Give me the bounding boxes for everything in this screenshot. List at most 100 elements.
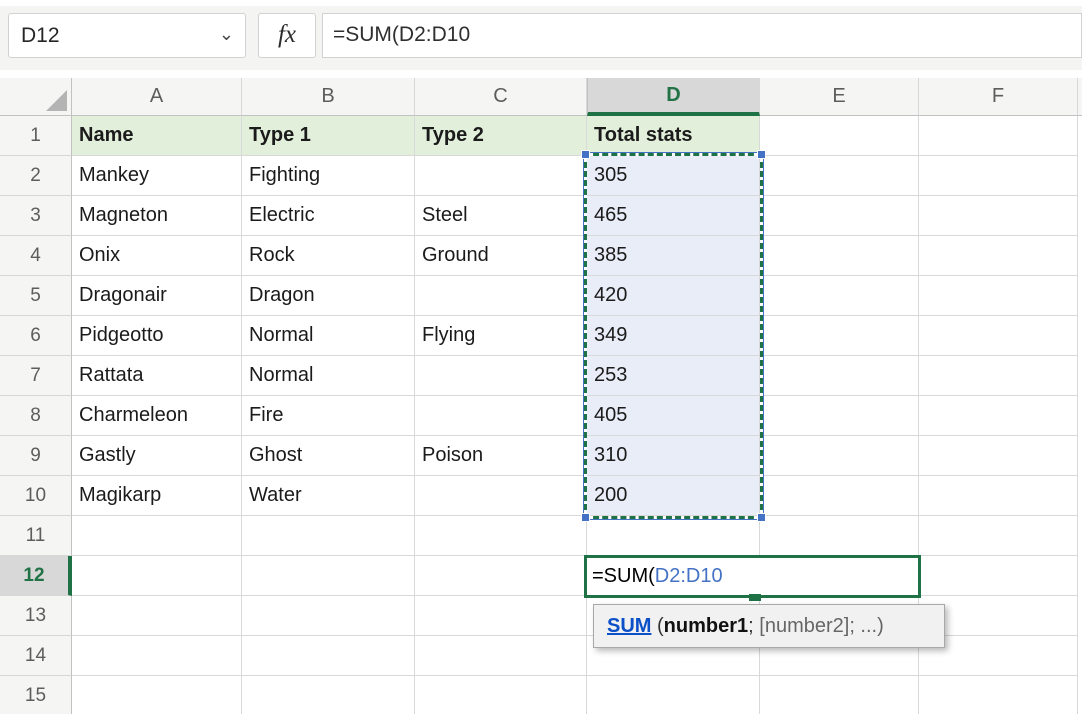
editor-fill-handle[interactable] [749,594,761,601]
cell-B11[interactable] [242,516,415,556]
cell-C13[interactable] [415,596,587,636]
cell-B3[interactable]: Electric [242,196,415,236]
cell-E6[interactable] [760,316,919,356]
cell-F9[interactable] [919,436,1078,476]
cell-B7[interactable]: Normal [242,356,415,396]
cell-F1[interactable] [919,116,1078,156]
cell-E8[interactable] [760,396,919,436]
cell-B1[interactable]: Type 1 [242,116,415,156]
cell-C14[interactable] [415,636,587,676]
cell-A5[interactable]: Dragonair [72,276,242,316]
cell-D5[interactable]: 420 [587,276,760,316]
cell-A2[interactable]: Mankey [72,156,242,196]
cell-C15[interactable] [415,676,587,714]
cell-B12[interactable] [242,556,415,596]
cell-B2[interactable]: Fighting [242,156,415,196]
row-header-12[interactable]: 12 [0,556,72,596]
cell-A15[interactable] [72,676,242,714]
column-header-B[interactable]: B [242,78,415,116]
cell-C8[interactable] [415,396,587,436]
cell-D15[interactable] [587,676,760,714]
cell-A11[interactable] [72,516,242,556]
cell-D11[interactable] [587,516,760,556]
cell-E10[interactable] [760,476,919,516]
row-header-15[interactable]: 15 [0,676,72,714]
cell-D7[interactable]: 253 [587,356,760,396]
cell-E1[interactable] [760,116,919,156]
cell-A6[interactable]: Pidgeotto [72,316,242,356]
cell-F5[interactable] [919,276,1078,316]
cell-A3[interactable]: Magneton [72,196,242,236]
cell-F7[interactable] [919,356,1078,396]
cell-E7[interactable] [760,356,919,396]
cell-E3[interactable] [760,196,919,236]
cell-C2[interactable] [415,156,587,196]
row-header-1[interactable]: 1 [0,116,72,156]
cell-B14[interactable] [242,636,415,676]
cell-F4[interactable] [919,236,1078,276]
cell-A7[interactable]: Rattata [72,356,242,396]
cell-A12[interactable] [72,556,242,596]
cell-D3[interactable]: 465 [587,196,760,236]
cell-B5[interactable]: Dragon [242,276,415,316]
cell-B4[interactable]: Rock [242,236,415,276]
cell-D4[interactable]: 385 [587,236,760,276]
cell-C11[interactable] [415,516,587,556]
row-header-6[interactable]: 6 [0,316,72,356]
cell-A10[interactable]: Magikarp [72,476,242,516]
cell-D1[interactable]: Total stats [587,116,760,156]
row-header-13[interactable]: 13 [0,596,72,636]
cell-B13[interactable] [242,596,415,636]
cell-C9[interactable]: Poison [415,436,587,476]
cell-D8[interactable]: 405 [587,396,760,436]
row-header-10[interactable]: 10 [0,476,72,516]
select-all-corner[interactable] [0,78,72,116]
cell-E11[interactable] [760,516,919,556]
cell-C3[interactable]: Steel [415,196,587,236]
cell-D6[interactable]: 349 [587,316,760,356]
cell-E5[interactable] [760,276,919,316]
cell-A8[interactable]: Charmeleon [72,396,242,436]
cell-E2[interactable] [760,156,919,196]
column-header-D[interactable]: D [587,78,760,116]
cell-editor-d12[interactable]: =SUM(D2:D10 [584,555,921,598]
cell-C6[interactable]: Flying [415,316,587,356]
row-header-8[interactable]: 8 [0,396,72,436]
cell-F10[interactable] [919,476,1078,516]
column-header-C[interactable]: C [415,78,587,116]
cell-A4[interactable]: Onix [72,236,242,276]
cell-A13[interactable] [72,596,242,636]
cell-F15[interactable] [919,676,1078,714]
cell-F2[interactable] [919,156,1078,196]
cell-F8[interactable] [919,396,1078,436]
cell-E15[interactable] [760,676,919,714]
cell-D10[interactable]: 200 [587,476,760,516]
cell-E9[interactable] [760,436,919,476]
cell-D9[interactable]: 310 [587,436,760,476]
tooltip-sum-link[interactable]: SUM [607,615,651,637]
cell-B8[interactable]: Fire [242,396,415,436]
cell-A14[interactable] [72,636,242,676]
column-header-A[interactable]: A [72,78,242,116]
formula-input[interactable]: =SUM(D2:D10 [322,13,1082,58]
row-header-7[interactable]: 7 [0,356,72,396]
column-header-F[interactable]: F [919,78,1078,116]
row-header-5[interactable]: 5 [0,276,72,316]
cell-B15[interactable] [242,676,415,714]
cell-C1[interactable]: Type 2 [415,116,587,156]
cell-F3[interactable] [919,196,1078,236]
row-header-3[interactable]: 3 [0,196,72,236]
cell-F11[interactable] [919,516,1078,556]
cell-B10[interactable]: Water [242,476,415,516]
fx-icon[interactable]: fx [258,13,316,58]
row-header-4[interactable]: 4 [0,236,72,276]
cell-B6[interactable]: Normal [242,316,415,356]
cell-D2[interactable]: 305 [587,156,760,196]
cell-B9[interactable]: Ghost [242,436,415,476]
cell-C7[interactable] [415,356,587,396]
chevron-down-icon[interactable]: ⌄ [219,14,234,54]
column-header-E[interactable]: E [760,78,919,116]
cell-E4[interactable] [760,236,919,276]
cell-A1[interactable]: Name [72,116,242,156]
cell-F12[interactable] [919,556,1078,596]
